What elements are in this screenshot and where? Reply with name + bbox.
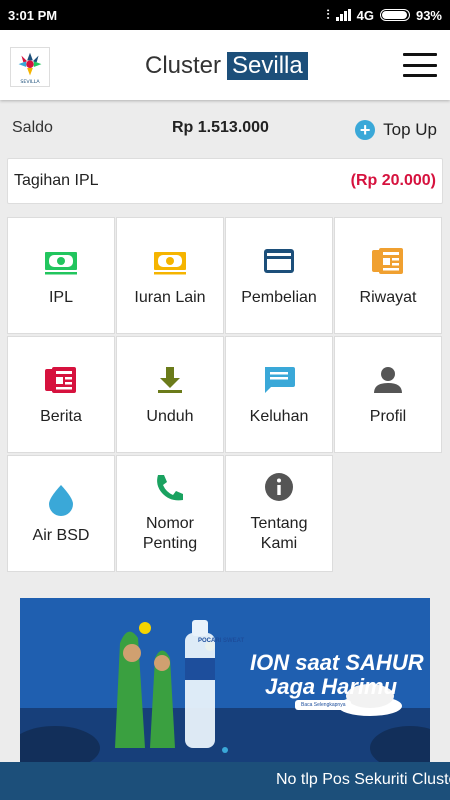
status-icons: ⫶ 4G 93% bbox=[326, 7, 442, 23]
menu-tile-label: Keluhan bbox=[249, 408, 309, 425]
status-bar: 3:01 PM ⫶ 4G 93% bbox=[0, 0, 450, 30]
ipl-bill-label: Tagihan IPL bbox=[14, 172, 99, 189]
balance-value: Rp 1.513.000 bbox=[172, 119, 269, 136]
menu-tile-label: Iuran Lain bbox=[134, 289, 206, 306]
history-newspaper-icon bbox=[335, 244, 441, 278]
phone-icon bbox=[117, 470, 223, 504]
app-title-highlight: Sevilla bbox=[227, 52, 308, 80]
balance-row: Saldo Rp 1.513.000 + Top Up bbox=[0, 110, 450, 150]
top-up-button[interactable]: + Top Up bbox=[355, 120, 437, 140]
menu-tile-label: Pembelian bbox=[241, 289, 317, 306]
credit-card-icon bbox=[226, 244, 332, 278]
person-icon bbox=[335, 363, 441, 397]
menu-tile-label: Nomor Penting bbox=[142, 515, 198, 552]
hamburger-menu-icon[interactable] bbox=[403, 53, 437, 77]
ticker-text: No tlp Pos Sekuriti Cluster Sevilla bbox=[276, 771, 450, 788]
menu-tile-label: Unduh bbox=[146, 408, 194, 425]
balance-label: Saldo bbox=[12, 119, 53, 136]
app-title-plain: Cluster bbox=[145, 52, 222, 79]
signal-icon bbox=[335, 9, 351, 21]
menu-tile-nomor-penting[interactable]: Nomor Penting bbox=[116, 455, 224, 572]
svg-text:SEVILLA: SEVILLA bbox=[20, 79, 40, 85]
menu-tile-tentang-kami[interactable]: Tentang Kami bbox=[225, 455, 333, 572]
menu-tile-label: Profil bbox=[369, 408, 407, 425]
newspaper-icon bbox=[8, 363, 114, 397]
battery-icon bbox=[379, 9, 410, 21]
add-circle-icon: + bbox=[355, 120, 376, 140]
app-title: Cluster Sevilla bbox=[145, 52, 308, 80]
chat-icon bbox=[226, 363, 332, 397]
app-bar: SEVILLA Cluster Sevilla bbox=[0, 30, 450, 100]
status-time: 3:01 PM bbox=[8, 8, 58, 23]
marquee-ticker: No tlp Pos Sekuriti Cluster Sevilla bbox=[0, 762, 450, 800]
banner-read-more-button[interactable]: Baca Selengkapnya bbox=[295, 700, 352, 710]
menu-tile-iuran-lain[interactable]: Iuran Lain bbox=[116, 217, 224, 334]
info-icon bbox=[226, 470, 332, 504]
vibrate-icon: ⫶ bbox=[326, 7, 330, 22]
menu-tile-label: Berita bbox=[40, 408, 82, 425]
menu-tile-keluhan[interactable]: Keluhan bbox=[225, 336, 333, 453]
water-drop-icon bbox=[8, 482, 114, 516]
menu-tile-label: Tentang Kami bbox=[250, 515, 308, 552]
menu-tile-label: IPL bbox=[48, 289, 73, 306]
menu-tile-unduh[interactable]: Unduh bbox=[116, 336, 224, 453]
ipl-bill-card[interactable]: Tagihan IPL (Rp 20.000) bbox=[7, 158, 443, 204]
app-logo: SEVILLA bbox=[10, 47, 50, 87]
battery-level: 93% bbox=[415, 7, 442, 23]
banner-headline: ION saat SAHUR bbox=[250, 650, 424, 675]
menu-tile-pembelian[interactable]: Pembelian bbox=[225, 217, 333, 334]
menu-tile-ipl[interactable]: IPL bbox=[7, 217, 115, 334]
money-icon bbox=[8, 244, 114, 278]
money-icon bbox=[117, 244, 223, 278]
menu-tile-profil[interactable]: Profil bbox=[334, 336, 442, 453]
top-up-label: Top Up bbox=[383, 120, 437, 139]
menu-tile-riwayat[interactable]: Riwayat bbox=[334, 217, 442, 334]
menu-tile-air-bsd[interactable]: Air BSD bbox=[7, 455, 115, 572]
menu-tile-label: Air BSD bbox=[32, 527, 90, 544]
banner-bottle-text: POCARI SWEAT bbox=[198, 638, 245, 644]
network-type: 4G bbox=[356, 7, 374, 23]
ipl-bill-amount: (Rp 20.000) bbox=[350, 172, 436, 189]
download-icon bbox=[117, 363, 223, 397]
banner-subheadline: Jaga Harimu bbox=[265, 674, 398, 699]
menu-tile-berita[interactable]: Berita bbox=[7, 336, 115, 453]
promo-banner[interactable]: POCARI SWEAT ION saat SAHUR Jaga Harimu … bbox=[20, 598, 430, 762]
menu-tile-label: Riwayat bbox=[359, 289, 417, 306]
